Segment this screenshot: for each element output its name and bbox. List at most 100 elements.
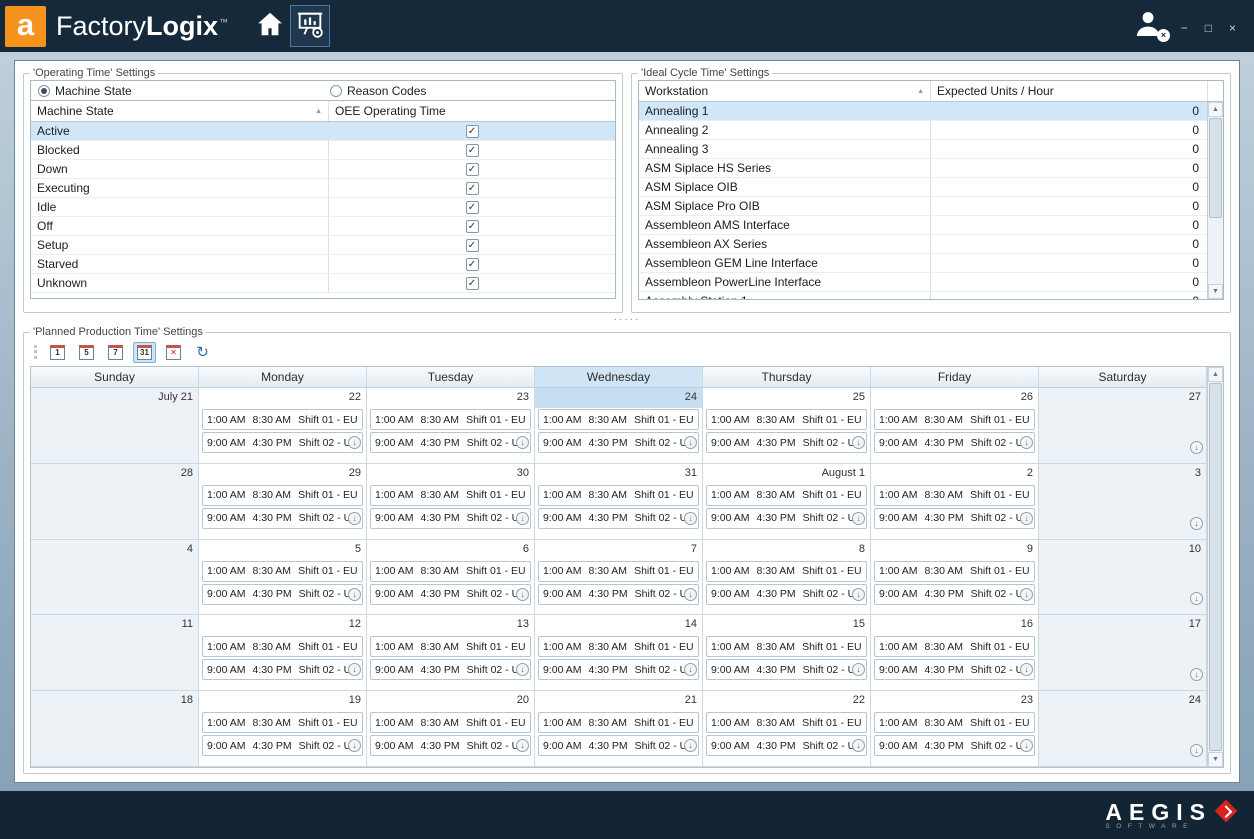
checkbox-checked-icon[interactable]: ✓ — [466, 277, 479, 290]
shift-entry-2[interactable]: 9:00 AM 4:30 PM Shift 02 - US ↓ — [370, 735, 531, 756]
scrollbar-thumb[interactable] — [1209, 383, 1222, 751]
scroll-down-button[interactable]: ▼ — [1208, 284, 1223, 299]
more-items-icon[interactable]: ↓ — [1190, 668, 1203, 681]
calendar-day-cell[interactable]: July 21 — [31, 388, 199, 464]
shift-entry-2[interactable]: 9:00 AM 4:30 PM Shift 02 - US ↓ — [370, 584, 531, 605]
scrollbar-thumb[interactable] — [1209, 118, 1222, 218]
vertical-scrollbar[interactable]: ▲ ▼ — [1207, 102, 1223, 299]
checkbox-checked-icon[interactable]: ✓ — [466, 239, 479, 252]
calendar-day-cell[interactable]: 11 — [31, 615, 199, 691]
shift-entry-1[interactable]: 1:00 AM 8:30 AM Shift 01 - EU — [874, 561, 1035, 582]
checkbox-checked-icon[interactable]: ✓ — [466, 258, 479, 271]
more-items-icon[interactable]: ↓ — [1190, 517, 1203, 530]
more-items-icon[interactable]: ↓ — [1190, 592, 1203, 605]
maximize-button[interactable]: □ — [1205, 22, 1212, 34]
workstation-row[interactable]: Annealing 2 0 — [639, 121, 1207, 140]
calendar-day-cell[interactable]: 16 1:00 AM 8:30 AM Shift 01 - EU 9:00 AM… — [871, 615, 1039, 691]
expected-units-cell[interactable]: 0 — [931, 292, 1207, 299]
calendar-day-cell[interactable]: 25 1:00 AM 8:30 AM Shift 01 - EU 9:00 AM… — [703, 388, 871, 464]
shift-entry-2[interactable]: 9:00 AM 4:30 PM Shift 02 - US ↓ — [706, 659, 867, 680]
delete-working-time-button[interactable]: ✕ — [162, 342, 185, 363]
shift-entry-1[interactable]: 1:00 AM 8:30 AM Shift 01 - EU — [538, 409, 699, 430]
calendar-day-cell[interactable]: 22 1:00 AM 8:30 AM Shift 01 - EU 9:00 AM… — [199, 388, 367, 464]
shift-entry-2[interactable]: 9:00 AM 4:30 PM Shift 02 - US ↓ — [538, 584, 699, 605]
calendar-day-cell[interactable]: 28 — [31, 464, 199, 540]
shift-entry-1[interactable]: 1:00 AM 8:30 AM Shift 01 - EU — [874, 485, 1035, 506]
calendar-day-cell[interactable]: 19 1:00 AM 8:30 AM Shift 01 - EU 9:00 AM… — [199, 691, 367, 767]
splitter-handle[interactable]: ····· — [23, 313, 1231, 326]
shift-entry-2[interactable]: 9:00 AM 4:30 PM Shift 02 - US ↓ — [538, 432, 699, 453]
checkbox-checked-icon[interactable]: ✓ — [466, 163, 479, 176]
shift-entry-2[interactable]: 9:00 AM 4:30 PM Shift 02 - US ↓ — [706, 432, 867, 453]
workstation-row[interactable]: Assembly Station 1 0 — [639, 292, 1207, 299]
shift-entry-1[interactable]: 1:00 AM 8:30 AM Shift 01 - EU — [706, 409, 867, 430]
shift-expand-icon[interactable]: ↓ — [852, 739, 865, 752]
scrollbar-track[interactable] — [1209, 118, 1222, 283]
radio-reason-codes[interactable]: Reason Codes — [323, 84, 615, 98]
shift-expand-icon[interactable]: ↓ — [852, 663, 865, 676]
calendar-day-cell[interactable]: 3 ↓ — [1039, 464, 1207, 540]
calendar-day-cell[interactable]: 31 1:00 AM 8:30 AM Shift 01 - EU 9:00 AM… — [535, 464, 703, 540]
shift-expand-icon[interactable]: ↓ — [348, 739, 361, 752]
column-header-machine-state[interactable]: Machine State ▲ — [31, 101, 329, 121]
shift-expand-icon[interactable]: ↓ — [516, 739, 529, 752]
more-items-icon[interactable]: ↓ — [1190, 744, 1203, 757]
oee-settings-button[interactable] — [290, 5, 330, 47]
expected-units-cell[interactable]: 0 — [931, 159, 1207, 177]
column-header-oee-operating-time[interactable]: OEE Operating Time — [329, 101, 615, 121]
workstation-row[interactable]: ASM Siplace OIB 0 — [639, 178, 1207, 197]
shift-entry-1[interactable]: 1:00 AM 8:30 AM Shift 01 - EU — [706, 636, 867, 657]
shift-entry-1[interactable]: 1:00 AM 8:30 AM Shift 01 - EU — [538, 712, 699, 733]
expected-units-cell[interactable]: 0 — [931, 140, 1207, 158]
shift-expand-icon[interactable]: ↓ — [684, 739, 697, 752]
shift-entry-2[interactable]: 9:00 AM 4:30 PM Shift 02 - US ↓ — [706, 735, 867, 756]
calendar-day-cell[interactable]: 21 1:00 AM 8:30 AM Shift 01 - EU 9:00 AM… — [535, 691, 703, 767]
calendar-day-cell[interactable]: 27 ↓ — [1039, 388, 1207, 464]
shift-entry-2[interactable]: 9:00 AM 4:30 PM Shift 02 - US ↓ — [874, 735, 1035, 756]
shift-entry-2[interactable]: 9:00 AM 4:30 PM Shift 02 - US ↓ — [874, 584, 1035, 605]
shift-entry-1[interactable]: 1:00 AM 8:30 AM Shift 01 - EU — [706, 561, 867, 582]
shift-entry-2[interactable]: 9:00 AM 4:30 PM Shift 02 - US ↓ — [370, 659, 531, 680]
calendar-day-cell[interactable]: 18 — [31, 691, 199, 767]
workstation-row[interactable]: Annealing 1 0 — [639, 102, 1207, 121]
machine-state-row[interactable]: Unknown ✓ — [31, 274, 615, 293]
scroll-down-button[interactable]: ▼ — [1208, 752, 1223, 767]
calendar-day-cell[interactable]: 14 1:00 AM 8:30 AM Shift 01 - EU 9:00 AM… — [535, 615, 703, 691]
calendar-day-cell[interactable]: 10 ↓ — [1039, 540, 1207, 616]
shift-entry-2[interactable]: 9:00 AM 4:30 PM Shift 02 - US ↓ — [202, 659, 363, 680]
expected-units-cell[interactable]: 0 — [931, 121, 1207, 139]
calendar-day-cell[interactable]: 9 1:00 AM 8:30 AM Shift 01 - EU 9:00 AM … — [871, 540, 1039, 616]
machine-state-row[interactable]: Executing ✓ — [31, 179, 615, 198]
calendar-day-cell[interactable]: 4 — [31, 540, 199, 616]
shift-expand-icon[interactable]: ↓ — [516, 512, 529, 525]
machine-state-row[interactable]: Down ✓ — [31, 160, 615, 179]
expected-units-cell[interactable]: 0 — [931, 216, 1207, 234]
shift-expand-icon[interactable]: ↓ — [516, 588, 529, 601]
expected-units-cell[interactable]: 0 — [931, 197, 1207, 215]
shift-entry-2[interactable]: 9:00 AM 4:30 PM Shift 02 - US ↓ — [874, 659, 1035, 680]
shift-expand-icon[interactable]: ↓ — [852, 512, 865, 525]
calendar-day-cell[interactable]: 30 1:00 AM 8:30 AM Shift 01 - EU 9:00 AM… — [367, 464, 535, 540]
workstation-row[interactable]: Annealing 3 0 — [639, 140, 1207, 159]
shift-entry-1[interactable]: 1:00 AM 8:30 AM Shift 01 - EU — [202, 636, 363, 657]
shift-entry-2[interactable]: 9:00 AM 4:30 PM Shift 02 - US ↓ — [202, 432, 363, 453]
shift-entry-1[interactable]: 1:00 AM 8:30 AM Shift 01 - EU — [370, 561, 531, 582]
logout-button[interactable]: × — [1132, 7, 1166, 45]
shift-entry-1[interactable]: 1:00 AM 8:30 AM Shift 01 - EU — [202, 485, 363, 506]
minimize-button[interactable]: − — [1181, 22, 1188, 34]
shift-expand-icon[interactable]: ↓ — [1020, 739, 1033, 752]
calendar-day-cell[interactable]: 13 1:00 AM 8:30 AM Shift 01 - EU 9:00 AM… — [367, 615, 535, 691]
shift-expand-icon[interactable]: ↓ — [348, 512, 361, 525]
expected-units-cell[interactable]: 0 — [931, 235, 1207, 253]
checkbox-checked-icon[interactable]: ✓ — [466, 182, 479, 195]
machine-state-row[interactable]: Blocked ✓ — [31, 141, 615, 160]
shift-entry-1[interactable]: 1:00 AM 8:30 AM Shift 01 - EU — [202, 712, 363, 733]
shift-entry-1[interactable]: 1:00 AM 8:30 AM Shift 01 - EU — [538, 636, 699, 657]
shift-entry-1[interactable]: 1:00 AM 8:30 AM Shift 01 - EU — [706, 712, 867, 733]
calendar-day-cell[interactable]: 5 1:00 AM 8:30 AM Shift 01 - EU 9:00 AM … — [199, 540, 367, 616]
shift-expand-icon[interactable]: ↓ — [516, 436, 529, 449]
checkbox-checked-icon[interactable]: ✓ — [466, 220, 479, 233]
shift-entry-1[interactable]: 1:00 AM 8:30 AM Shift 01 - EU — [874, 409, 1035, 430]
calendar-day-cell[interactable]: 17 ↓ — [1039, 615, 1207, 691]
shift-entry-1[interactable]: 1:00 AM 8:30 AM Shift 01 - EU — [874, 636, 1035, 657]
